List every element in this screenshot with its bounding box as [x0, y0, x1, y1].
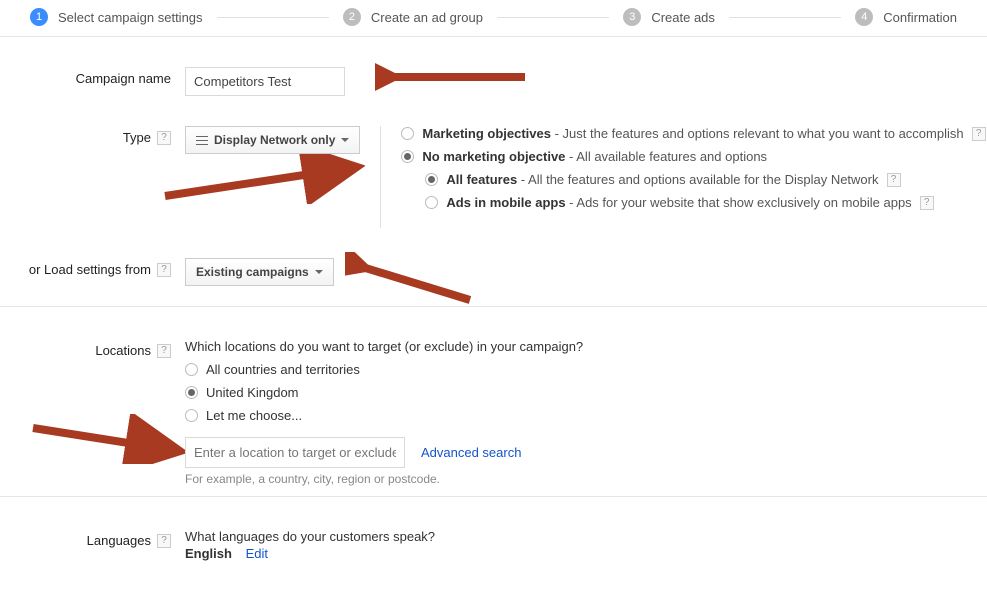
locations-prompt: Which locations do you want to target (o… [185, 339, 987, 354]
help-icon[interactable]: ? [157, 344, 171, 358]
wizard-stepper: 1 Select campaign settings 2 Create an a… [0, 0, 987, 37]
row-load-settings: or Load settings from ? Existing campaig… [0, 258, 987, 286]
type-label: Type [123, 130, 151, 145]
type-options: Marketing objectives - Just the features… [380, 126, 985, 228]
campaign-name-input[interactable] [185, 67, 345, 96]
help-icon[interactable]: ? [157, 263, 171, 277]
languages-label: Languages [87, 533, 151, 548]
step-connector [729, 17, 841, 18]
radio-icon [185, 363, 198, 376]
step-2-circle: 2 [343, 8, 361, 26]
step-3-label: Create ads [651, 10, 715, 25]
existing-campaigns-dropdown[interactable]: Existing campaigns [185, 258, 334, 286]
help-icon[interactable]: ? [920, 196, 934, 210]
step-1-label: Select campaign settings [58, 10, 203, 25]
language-value: English [185, 546, 232, 561]
option-no-marketing-objective[interactable]: No marketing objective - All available f… [401, 149, 985, 164]
label: All features [446, 172, 517, 187]
desc: - All available features and options [565, 149, 767, 164]
label: Ads in mobile apps [446, 195, 565, 210]
languages-prompt: What languages do your customers speak? [185, 529, 987, 544]
radio-icon [401, 150, 414, 163]
caret-down-icon [315, 270, 323, 274]
step-connector [497, 17, 609, 18]
display-network-icon [196, 136, 208, 145]
radio-icon [425, 196, 438, 209]
row-locations: Locations ? Which locations do you want … [0, 339, 987, 486]
type-dropdown-label: Display Network only [214, 133, 335, 147]
load-settings-label: or Load settings from [29, 262, 151, 277]
annotation-arrow [25, 414, 185, 464]
step-2-label: Create an ad group [371, 10, 483, 25]
row-campaign-name: Campaign name [0, 67, 987, 96]
step-3-circle: 3 [623, 8, 641, 26]
step-4[interactable]: 4 Confirmation [855, 8, 957, 26]
label: Let me choose... [206, 408, 302, 423]
section-divider [0, 306, 987, 307]
help-icon[interactable]: ? [157, 131, 171, 145]
section-divider [0, 496, 987, 497]
label: No marketing objective [422, 149, 565, 164]
option-let-me-choose[interactable]: Let me choose... [185, 408, 987, 423]
step-2[interactable]: 2 Create an ad group [343, 8, 483, 26]
option-all-countries[interactable]: All countries and territories [185, 362, 987, 377]
type-dropdown[interactable]: Display Network only [185, 126, 360, 154]
label: United Kingdom [206, 385, 299, 400]
location-hint: For example, a country, city, region or … [185, 472, 987, 486]
option-ads-mobile-apps[interactable]: Ads in mobile apps - Ads for your websit… [425, 195, 985, 210]
step-4-circle: 4 [855, 8, 873, 26]
step-1-circle: 1 [30, 8, 48, 26]
caret-down-icon [341, 138, 349, 142]
row-languages: Languages ? What languages do your custo… [0, 529, 987, 561]
advanced-search-link[interactable]: Advanced search [421, 445, 521, 460]
desc: - Just the features and options relevant… [551, 126, 964, 141]
option-marketing-objectives[interactable]: Marketing objectives - Just the features… [401, 126, 985, 141]
radio-icon [425, 173, 438, 186]
step-4-label: Confirmation [883, 10, 957, 25]
radio-icon [185, 409, 198, 422]
location-input[interactable] [185, 437, 405, 468]
radio-icon [185, 386, 198, 399]
option-all-features[interactable]: All features - All the features and opti… [425, 172, 985, 187]
desc: - Ads for your website that show exclusi… [566, 195, 912, 210]
campaign-name-label: Campaign name [0, 67, 185, 86]
locations-label: Locations [95, 343, 151, 358]
edit-languages-link[interactable]: Edit [246, 546, 268, 561]
help-icon[interactable]: ? [972, 127, 986, 141]
step-1[interactable]: 1 Select campaign settings [30, 8, 203, 26]
option-united-kingdom[interactable]: United Kingdom [185, 385, 987, 400]
help-icon[interactable]: ? [157, 534, 171, 548]
row-type: Type ? Display Network only Marketing ob… [0, 126, 987, 228]
step-connector [217, 17, 329, 18]
step-3[interactable]: 3 Create ads [623, 8, 715, 26]
existing-campaigns-label: Existing campaigns [196, 265, 309, 279]
help-icon[interactable]: ? [887, 173, 901, 187]
radio-icon [401, 127, 414, 140]
label: All countries and territories [206, 362, 360, 377]
desc: - All the features and options available… [517, 172, 878, 187]
label: Marketing objectives [422, 126, 551, 141]
